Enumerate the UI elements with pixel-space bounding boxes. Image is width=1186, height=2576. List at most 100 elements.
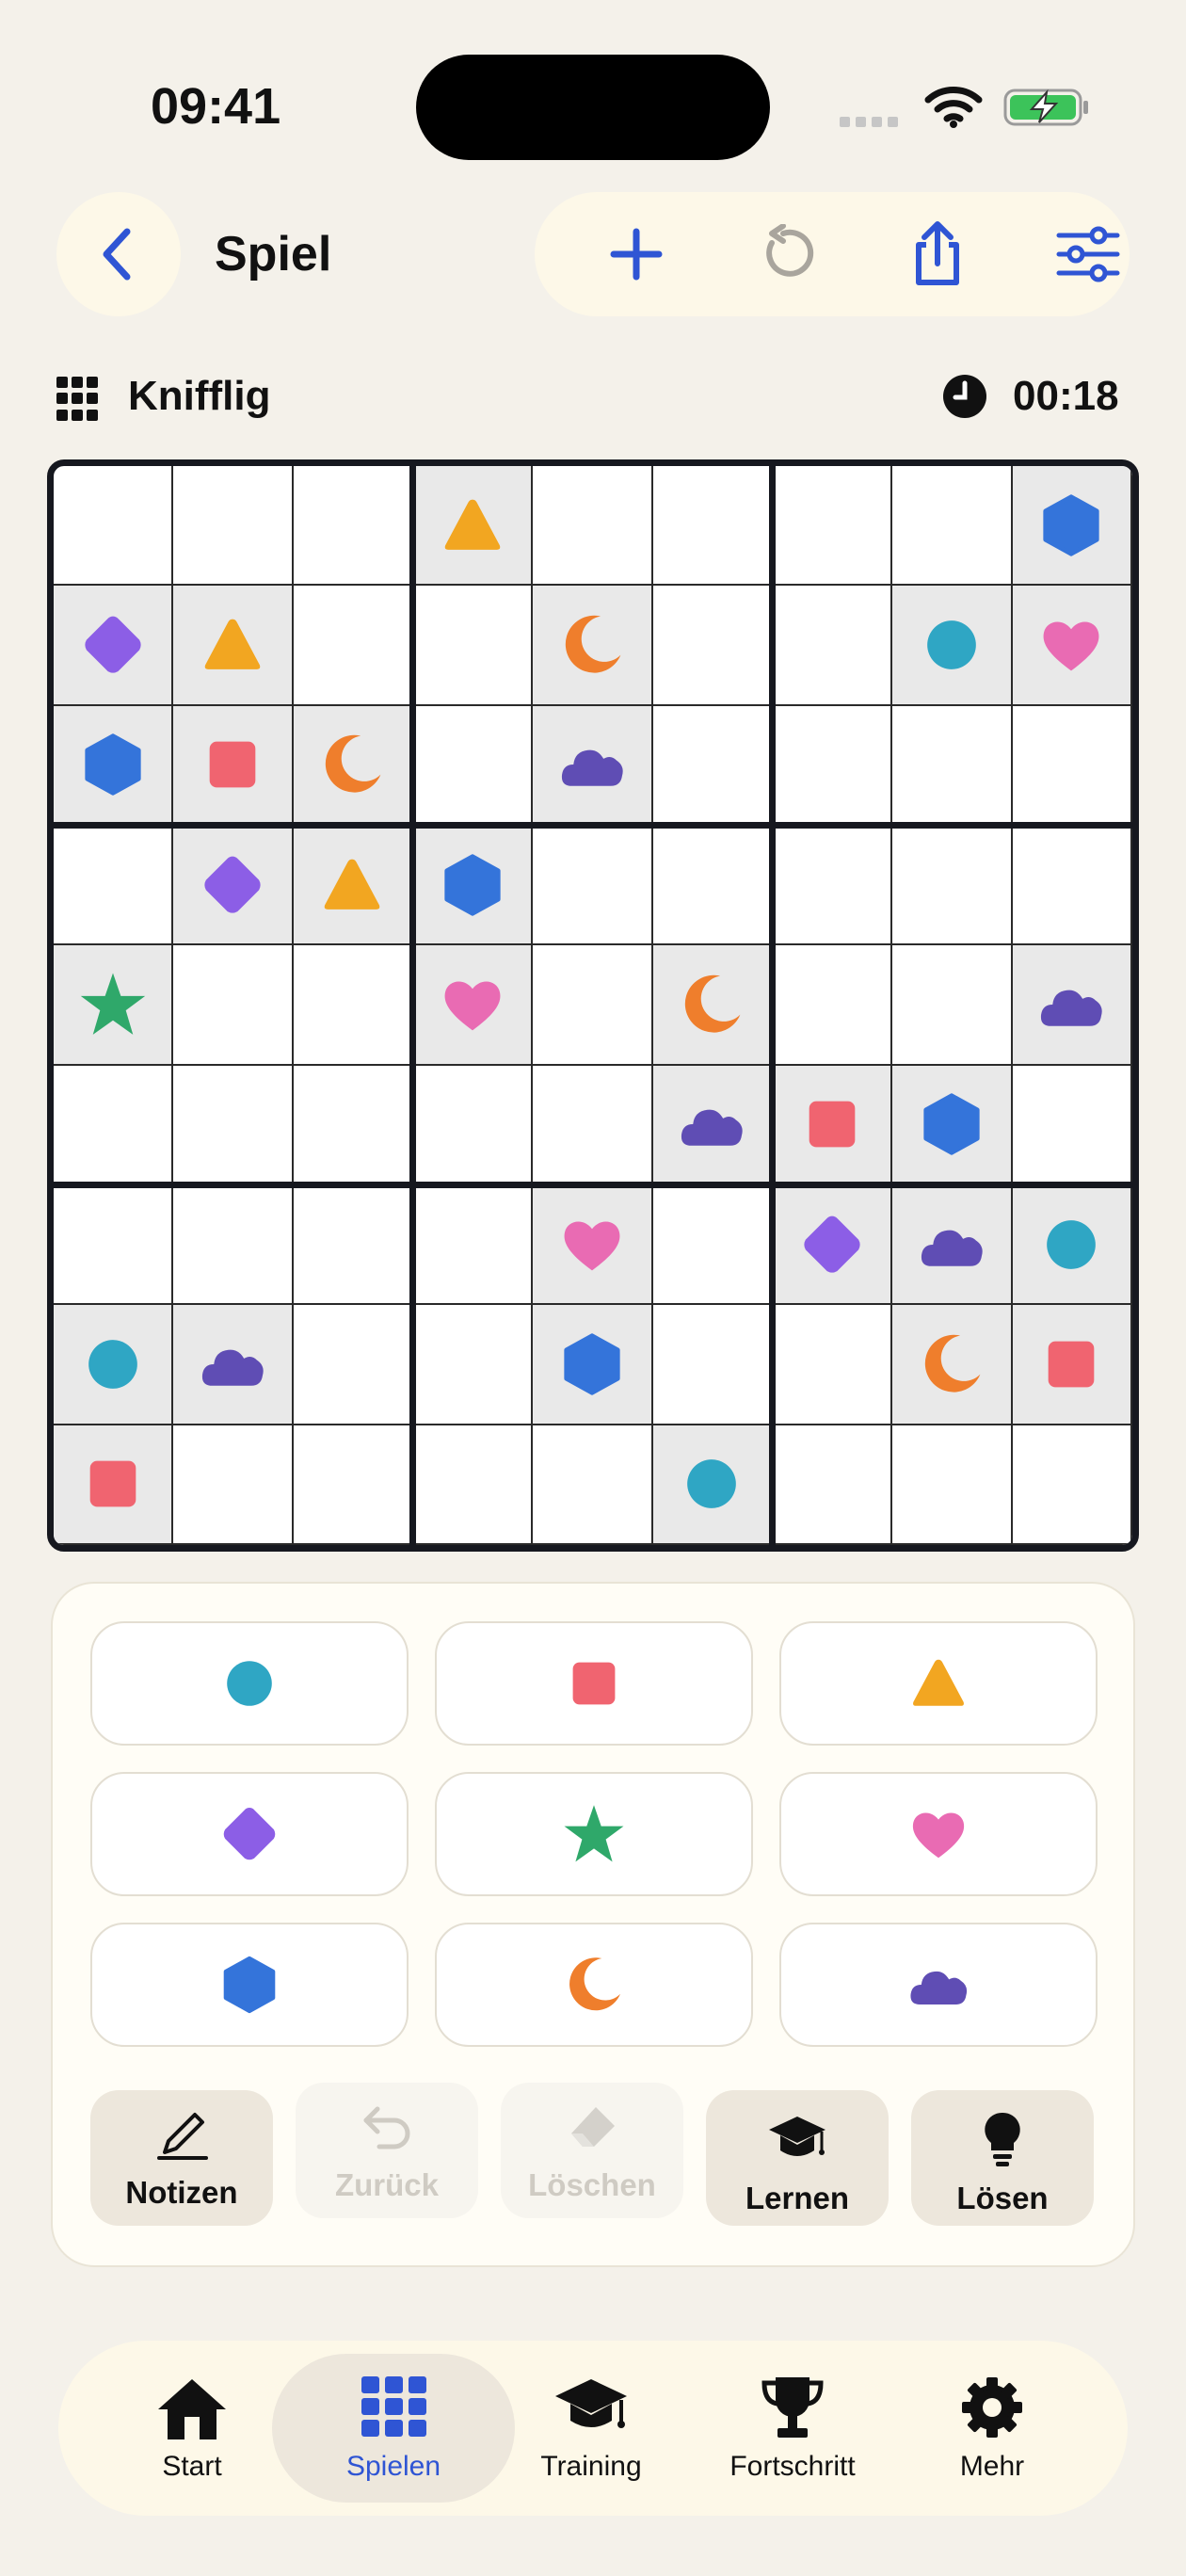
board-cell[interactable] [1012,945,1132,1066]
settings-button[interactable] [1050,217,1126,292]
board-cell[interactable] [413,466,534,587]
board-cell[interactable] [892,466,1013,587]
board-cell[interactable] [413,1065,534,1185]
board-cell[interactable] [533,1305,653,1425]
board-cell[interactable] [293,945,413,1066]
board-cell[interactable] [293,1425,413,1545]
board-cell[interactable] [892,826,1013,946]
symbol-button-star[interactable] [435,1772,753,1896]
board-cell[interactable] [173,945,294,1066]
board-cell[interactable] [54,705,174,826]
tab-training[interactable]: Training [497,2354,685,2503]
board-cell[interactable] [173,705,294,826]
action-lernen-button[interactable]: Lernen [706,2090,889,2226]
board-cell[interactable] [173,1425,294,1545]
board-cell[interactable] [773,705,893,826]
board-cell[interactable] [652,466,773,587]
board-cell[interactable] [413,1185,534,1306]
board-cell[interactable] [773,945,893,1066]
share-button[interactable] [900,217,975,292]
board-cell[interactable] [293,1305,413,1425]
board-cell[interactable] [533,1425,653,1545]
board-cell[interactable] [54,586,174,706]
symbol-button-heart[interactable] [779,1772,1098,1896]
board-cell[interactable] [54,1185,174,1306]
board-cell[interactable] [413,586,534,706]
board-cell[interactable] [293,586,413,706]
board-cell[interactable] [1012,586,1132,706]
board-cell[interactable] [54,466,174,587]
board-cell[interactable] [1012,826,1132,946]
board-cell[interactable] [54,945,174,1066]
board-cell[interactable] [533,1065,653,1185]
tab-fortschritt[interactable]: Fortschritt [698,2354,887,2503]
board-cell[interactable] [652,826,773,946]
action-notizen-button[interactable]: Notizen [90,2090,273,2226]
board-cell[interactable] [293,466,413,587]
board-cell[interactable] [54,826,174,946]
board-cell[interactable] [1012,1065,1132,1185]
board-cell[interactable] [1012,1185,1132,1306]
board-cell[interactable] [773,1065,893,1185]
board-cell[interactable] [652,1305,773,1425]
board-cell[interactable] [173,466,294,587]
board-cell[interactable] [1012,1425,1132,1545]
tab-mehr[interactable]: Mehr [898,2354,1086,2503]
symbol-button-hexagon[interactable] [90,1923,409,2047]
board-cell[interactable] [1012,705,1132,826]
back-button[interactable] [56,192,181,316]
board-cell[interactable] [652,1065,773,1185]
board-cell[interactable] [892,1185,1013,1306]
symbol-button-cloud[interactable] [779,1923,1098,2047]
symbol-button-triangle[interactable] [779,1621,1098,1746]
board-cell[interactable] [773,1425,893,1545]
board-cell[interactable] [173,1185,294,1306]
board-cell[interactable] [892,705,1013,826]
board-cell[interactable] [293,826,413,946]
board-cell[interactable] [293,1065,413,1185]
board-cell[interactable] [652,586,773,706]
board-cell[interactable] [773,1185,893,1306]
board-cell[interactable] [892,1305,1013,1425]
board-cell[interactable] [892,1425,1013,1545]
action-lschen-button[interactable]: Löschen [501,2083,683,2218]
board-cell[interactable] [413,826,534,946]
board-cell[interactable] [1012,466,1132,587]
board-cell[interactable] [54,1425,174,1545]
board-cell[interactable] [892,1065,1013,1185]
board-cell[interactable] [173,826,294,946]
board-cell[interactable] [773,466,893,587]
symbol-button-circle[interactable] [90,1621,409,1746]
board-cell[interactable] [54,1305,174,1425]
board-cell[interactable] [533,466,653,587]
board-cell[interactable] [652,1425,773,1545]
reset-button[interactable] [749,217,825,292]
board-cell[interactable] [173,1065,294,1185]
board-cell[interactable] [1012,1305,1132,1425]
symbol-button-square[interactable] [435,1621,753,1746]
board-cell[interactable] [533,826,653,946]
board-cell[interactable] [533,945,653,1066]
board-cell[interactable] [773,826,893,946]
tab-start[interactable]: Start [98,2354,286,2503]
board-cell[interactable] [173,586,294,706]
board-cell[interactable] [773,586,893,706]
board-cell[interactable] [413,705,534,826]
board-cell[interactable] [413,1425,534,1545]
symbol-button-moon[interactable] [435,1923,753,2047]
tab-spielen[interactable]: Spielen [272,2354,515,2503]
board-cell[interactable] [533,586,653,706]
board-cell[interactable] [413,945,534,1066]
board-cell[interactable] [652,705,773,826]
board-cell[interactable] [773,1305,893,1425]
symbol-button-diamond[interactable] [90,1772,409,1896]
board-cell[interactable] [293,1185,413,1306]
board-cell[interactable] [892,586,1013,706]
board-cell[interactable] [54,1065,174,1185]
board-cell[interactable] [533,705,653,826]
board-cell[interactable] [173,1305,294,1425]
board-cell[interactable] [413,1305,534,1425]
action-lsen-button[interactable]: Lösen [911,2090,1094,2226]
board-cell[interactable] [533,1185,653,1306]
board-cell[interactable] [293,705,413,826]
